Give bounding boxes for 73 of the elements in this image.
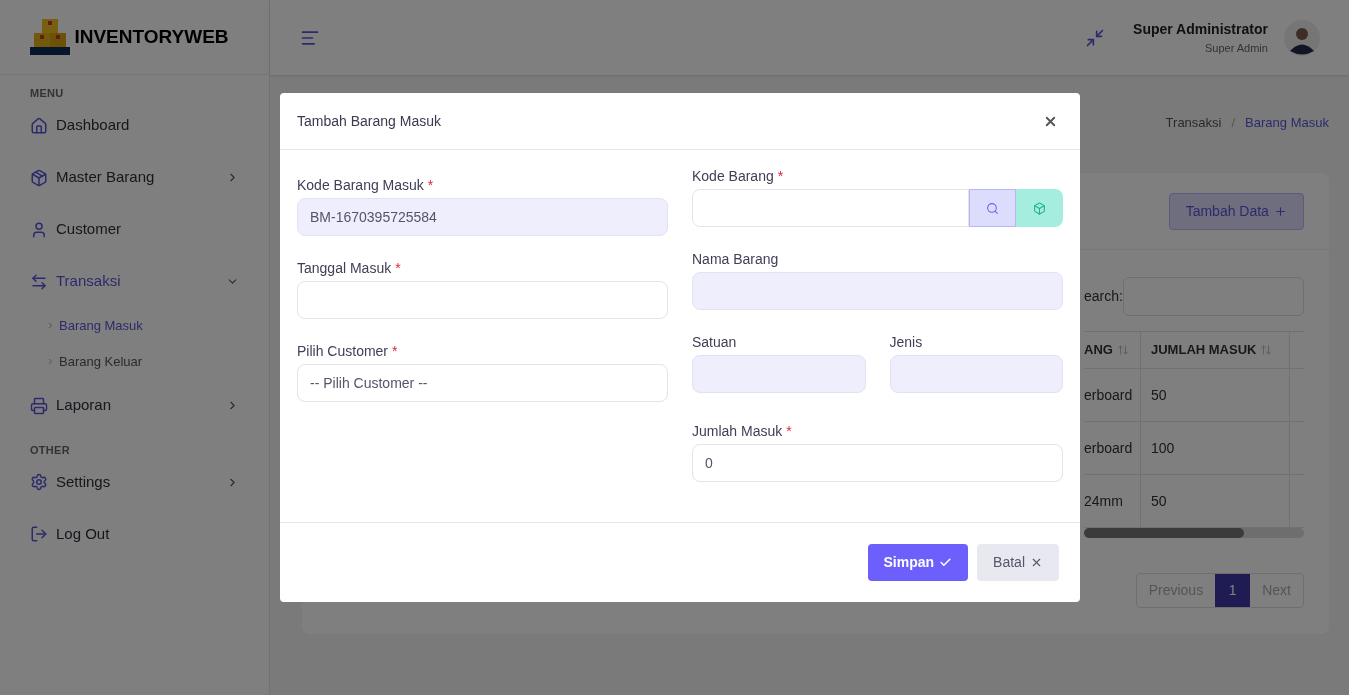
code-input-field[interactable]	[692, 189, 969, 227]
collapse-icon[interactable]	[1085, 27, 1106, 48]
sidebar-item[interactable]: Master Barang	[30, 151, 239, 204]
section-heading: MENU	[30, 86, 65, 101]
brand-name: INVENTORYWEB	[74, 24, 229, 49]
table-cell: 50	[1140, 369, 1290, 421]
user-icon	[30, 220, 48, 239]
field-label: Pilih Customer	[297, 343, 389, 359]
sidebar-item[interactable]: Customer	[30, 203, 239, 256]
add-data-button[interactable]: Tambah Data	[1168, 192, 1304, 230]
column-header[interactable]: JUMLAH MASUK	[1140, 332, 1290, 368]
input-field[interactable]	[889, 355, 1063, 393]
sidebar-item[interactable]: Dashboard	[30, 99, 239, 152]
field-label: Kode Barang	[692, 168, 774, 184]
sidebar-item[interactable]: Laporan	[30, 379, 239, 432]
field-label: Satuan	[692, 334, 737, 350]
check-icon	[939, 556, 953, 569]
house-icon	[30, 116, 48, 135]
user-role: Super Admin	[1204, 40, 1268, 56]
avatar-icon[interactable]	[1283, 19, 1320, 56]
table-cell-text: 24mm	[1084, 491, 1124, 511]
breadcrumb-link[interactable]: Barang Masuk	[1245, 113, 1329, 133]
cube-icon	[1033, 201, 1046, 215]
product-button[interactable]	[1016, 189, 1063, 227]
required-asterisk: *	[777, 168, 784, 184]
settings-icon	[30, 473, 48, 491]
search-button[interactable]	[969, 189, 1016, 227]
cancel-button[interactable]: Batal	[977, 544, 1059, 581]
package-icon	[30, 168, 48, 187]
table-cell: 50	[1140, 475, 1290, 527]
input-field[interactable]	[692, 272, 1063, 310]
field-label: Kode Barang Masuk	[297, 177, 424, 193]
submenu-item[interactable]: Barang Masuk	[30, 307, 239, 344]
logout-icon	[30, 525, 48, 543]
breadcrumb-separator: /	[1231, 114, 1236, 132]
table-cell-text: erboard	[1084, 438, 1134, 458]
input-field[interactable]	[692, 355, 866, 393]
save-button[interactable]: Simpan	[867, 544, 969, 581]
modal-title: Tambah Barang Masuk	[297, 111, 442, 131]
required-asterisk: *	[427, 177, 434, 193]
field-label: Tanggal Masuk	[297, 260, 392, 276]
field-label: Jumlah Masuk	[692, 423, 783, 439]
sidebar-item[interactable]: Settings	[30, 456, 239, 508]
swap-arrows-icon	[30, 272, 48, 291]
field-label: Nama Barang	[692, 251, 779, 267]
close-icon	[1030, 556, 1043, 569]
boxes-logo-icon	[30, 19, 71, 55]
table-cell-text: erboard	[1084, 385, 1134, 405]
required-asterisk: *	[786, 423, 792, 439]
required-asterisk: *	[395, 260, 401, 276]
input-field[interactable]: 0	[692, 444, 1063, 482]
breadcrumb-link[interactable]: Transaksi	[1165, 113, 1222, 133]
sidebar-item[interactable]: Log Out	[30, 508, 239, 560]
chevron-right-icon	[46, 357, 55, 366]
required-asterisk: *	[392, 343, 398, 359]
submenu-item[interactable]: Barang Keluar	[30, 343, 239, 380]
sort-icon	[1260, 344, 1273, 356]
user-name: Super Administrator	[1133, 19, 1268, 39]
plus-icon	[1273, 204, 1287, 218]
section-heading: OTHER	[30, 442, 71, 458]
chevron-right-icon	[46, 321, 55, 330]
field-label: Jenis	[889, 334, 923, 350]
page-button[interactable]: 1	[1215, 574, 1251, 607]
printer-icon	[30, 396, 48, 415]
sort-icon	[1116, 344, 1129, 356]
sidebar-item[interactable]: Transaksi	[30, 255, 239, 308]
input-field[interactable]	[297, 281, 668, 319]
search-icon	[986, 201, 999, 215]
input-field[interactable]: BM-1670395725584	[297, 198, 668, 236]
input-field[interactable]: -- Pilih Customer --	[297, 364, 668, 402]
column-header[interactable]: ANG	[1084, 332, 1140, 368]
table-cell: 100	[1140, 422, 1290, 474]
search-label: earch:	[1084, 287, 1123, 306]
